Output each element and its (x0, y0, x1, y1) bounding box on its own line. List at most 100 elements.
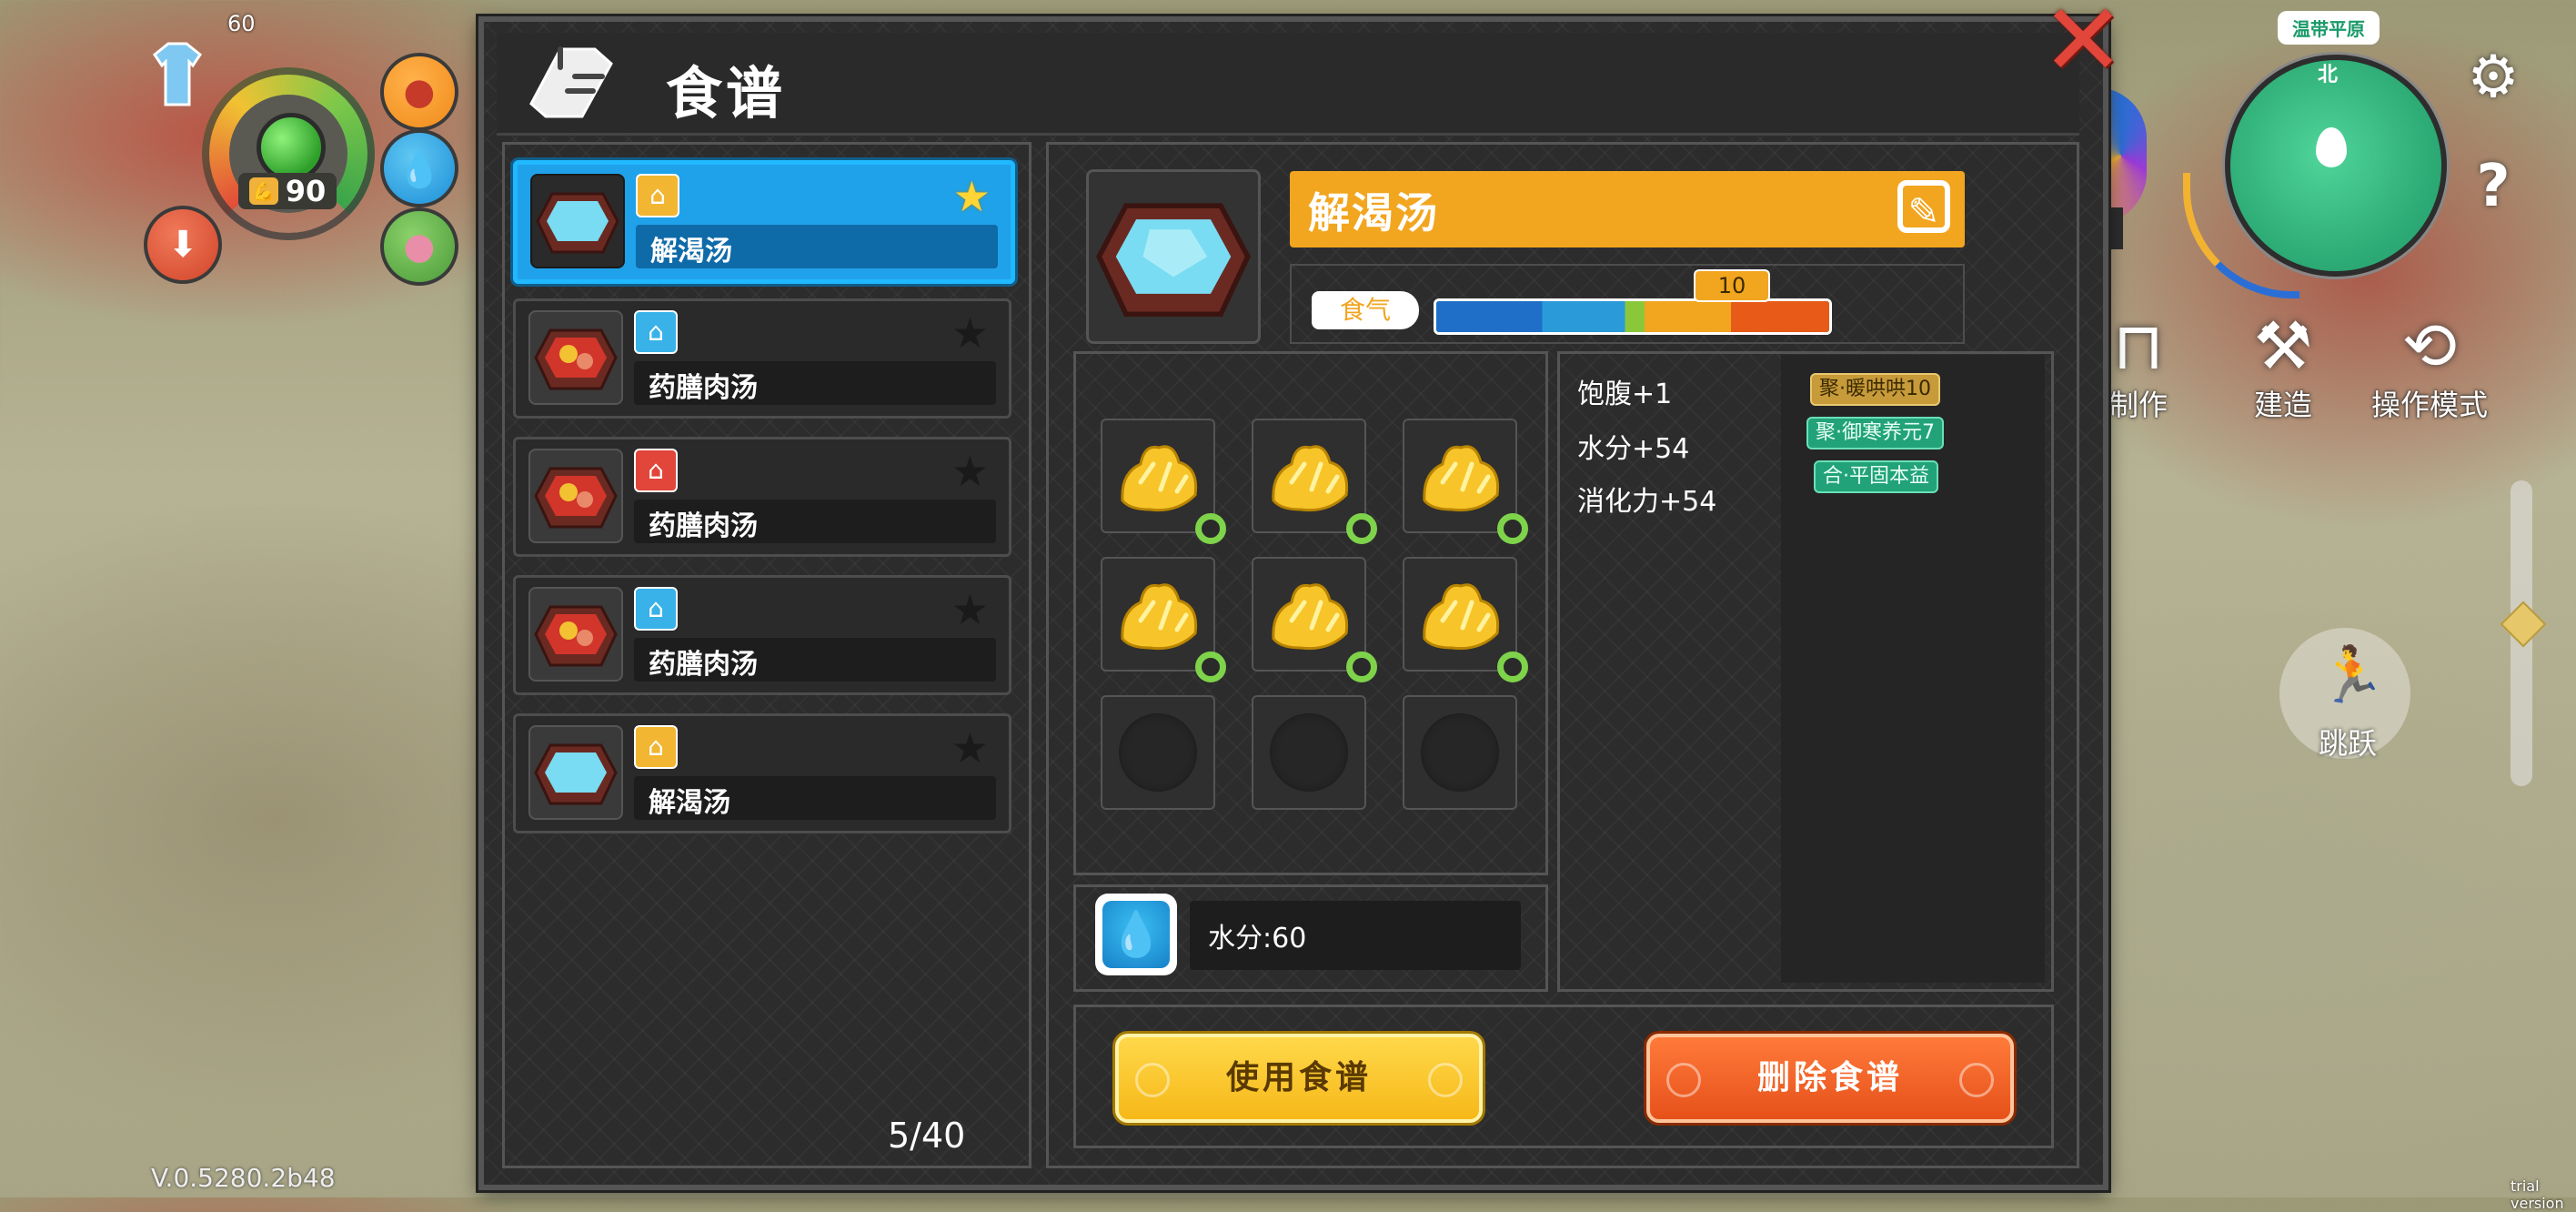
golden-fruit-icon (1121, 445, 1198, 512)
gear-icon[interactable]: ⚙ (2461, 44, 2525, 111)
recipe-preview (1086, 169, 1261, 344)
favorite-star-icon[interactable]: ★ (951, 312, 989, 354)
golden-fruit-icon (1121, 583, 1198, 651)
edit-icon[interactable]: ✎ (1897, 180, 1950, 234)
top-stat-value: 60 (227, 11, 256, 36)
category-tag-icon: ⌂ (634, 587, 678, 631)
effect-badge: 聚·暖哄哄10 (1810, 373, 1940, 406)
jump-icon: 🏃 (2318, 643, 2386, 707)
recipe-card[interactable]: ⌂ ★ 解渴汤 (513, 160, 1015, 284)
player-pin-icon (2316, 127, 2347, 167)
button-ornament-icon (1959, 1063, 1994, 1097)
empty-ingredient-slot[interactable] (1252, 695, 1366, 810)
help-icon[interactable]: ? (2461, 153, 2525, 220)
make-label: 制作 (2108, 388, 2168, 422)
close-icon[interactable]: ✕ (2041, 0, 2125, 90)
ingredient-slot[interactable] (1403, 557, 1528, 682)
ingredient-slot[interactable] (1101, 419, 1226, 544)
muscle-icon: 💪 (248, 177, 278, 205)
recipe-card[interactable]: ⌂ ★ 解渴汤 (513, 713, 1011, 833)
mind-brain-icon[interactable]: ● (380, 207, 458, 286)
favorite-star-icon[interactable]: ★ (951, 727, 989, 769)
empty-slot-hole (1119, 713, 1197, 792)
category-tag-icon: ⌂ (634, 310, 678, 354)
effect-badge: 合·平固本益 (1814, 460, 1938, 493)
ingredient-ring-icon (1195, 651, 1226, 682)
strength-value: 90 (285, 174, 327, 208)
soup-bowl-icon (1096, 203, 1251, 318)
golden-fruit-icon (1272, 445, 1349, 512)
hunger-meat-icon[interactable]: ● (380, 53, 458, 131)
ingredient-ring-icon (1346, 513, 1377, 544)
recipe-name: 药膳肉汤 (649, 372, 758, 404)
use-recipe-label: 使用食谱 (1225, 1059, 1372, 1096)
flavor-label: 食气 (1312, 291, 1419, 329)
button-ornament-icon (1135, 1063, 1170, 1097)
recipe-count: 5/40 (888, 1116, 966, 1156)
effect-badge: 聚·御寒养元7 (1806, 417, 1944, 449)
effect-line: 饱腹+1 (1577, 379, 1673, 410)
shirt-icon[interactable] (146, 36, 209, 109)
soup-bowl-icon (530, 174, 625, 268)
flavor-value: 10 (1694, 269, 1770, 302)
ingredient-ring-icon (1497, 651, 1528, 682)
strength-plate: 💪 90 (238, 173, 337, 209)
recipe-name: 药膳肉汤 (649, 649, 758, 681)
recipe-title: 解渴汤 (1308, 188, 1439, 237)
golden-fruit-icon (1272, 583, 1349, 651)
category-tag-icon: ⌂ (634, 449, 678, 492)
button-ornament-icon (1666, 1063, 1701, 1097)
golden-fruit-icon (1423, 445, 1500, 512)
category-tag-icon: ⌂ (636, 174, 679, 217)
favorite-star-icon[interactable]: ★ (953, 176, 991, 217)
page-title: 食谱 (666, 60, 787, 126)
recipe-card[interactable]: ⌂ ★ 药膳肉汤 (513, 437, 1011, 557)
zoom-slider-handle[interactable] (2500, 601, 2547, 648)
debuff-down-icon[interactable]: ⬇ (144, 206, 222, 284)
use-recipe-button[interactable]: 使用食谱 (1115, 1034, 1483, 1123)
mode-button[interactable]: ⟲ 操作模式 (2361, 309, 2498, 424)
flavor-bar (1434, 298, 1832, 335)
flavor-bar-fill (1436, 301, 1829, 332)
ingredient-slot[interactable] (1252, 557, 1377, 682)
meat-soup-icon (528, 310, 623, 405)
ingredient-ring-icon (1346, 651, 1377, 682)
golden-fruit-icon (1423, 583, 1500, 651)
jump-label: 跳跃 (2318, 726, 2377, 761)
thirst-water-icon[interactable]: 💧 (380, 129, 458, 207)
water-drop-icon: 💧 (1102, 901, 1170, 968)
meat-soup-icon (528, 449, 623, 543)
delete-recipe-button[interactable]: 删除食谱 (1646, 1034, 2014, 1123)
recipe-name: 药膳肉汤 (649, 510, 758, 542)
empty-slot-hole (1421, 713, 1499, 792)
build-label: 建造 (2253, 388, 2312, 422)
delete-recipe-label: 删除食谱 (1756, 1059, 1903, 1096)
hammer-icon: ⚒ (2253, 308, 2313, 384)
trial-label: trial version (2511, 1177, 2564, 1212)
compass-arc-icon (2183, 173, 2299, 298)
soup-bowl-icon (528, 725, 623, 820)
favorite-star-icon[interactable]: ★ (951, 450, 989, 492)
ingredient-slot[interactable] (1252, 419, 1377, 544)
make-button[interactable]: ⊓ 制作 (2098, 309, 2179, 424)
recipe-card[interactable]: ⌂ ★ 药膳肉汤 (513, 298, 1011, 419)
effect-line: 消化力+54 (1577, 486, 1717, 518)
empty-ingredient-slot[interactable] (1403, 695, 1517, 810)
empty-slot-hole (1270, 713, 1348, 792)
vitality-orb-icon (257, 113, 326, 182)
minimap-location-label: 温带平原 (2278, 11, 2380, 45)
button-ornament-icon (1428, 1063, 1463, 1097)
favorite-star-icon[interactable]: ★ (951, 589, 989, 631)
effect-line: 水分+54 (1577, 433, 1690, 465)
mode-label: 操作模式 (2370, 388, 2488, 422)
recipe-name: 解渴汤 (649, 787, 730, 819)
ingredient-slot[interactable] (1101, 557, 1226, 682)
ingredient-slot[interactable] (1403, 419, 1528, 544)
version-label: V.0.5280.2b48 (151, 1163, 336, 1193)
recipe-card[interactable]: ⌂ ★ 药膳肉汤 (513, 575, 1011, 695)
empty-ingredient-slot[interactable] (1101, 695, 1215, 810)
ingredient-ring-icon (1195, 513, 1226, 544)
build-button[interactable]: ⚒ 建造 (2238, 309, 2329, 424)
minimap-north-label: 北 (2318, 64, 2339, 86)
meat-soup-icon (528, 587, 623, 682)
